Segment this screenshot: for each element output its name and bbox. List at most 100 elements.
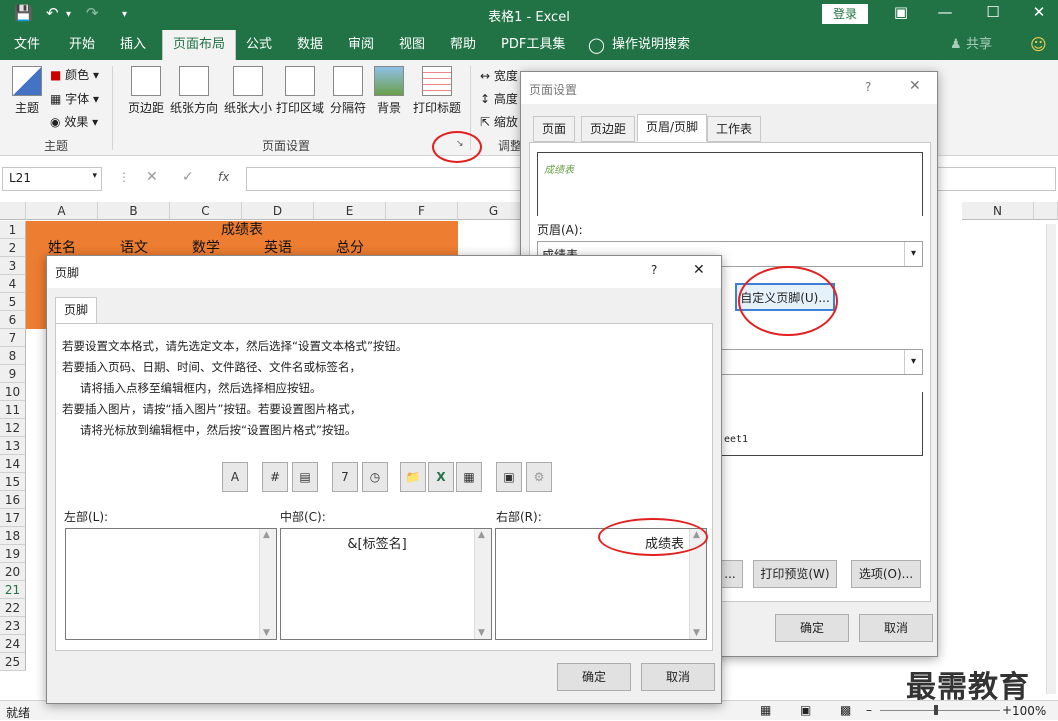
tab-pdf-tools[interactable]: PDF工具集 (501, 30, 565, 60)
center-section-input[interactable]: &[标签名] ▲ ▼ (280, 528, 492, 640)
row-header[interactable]: 3 (0, 257, 26, 275)
column-header[interactable]: B (98, 202, 170, 220)
tab-help[interactable]: 帮助 (450, 30, 476, 60)
row-header[interactable]: 20 (0, 563, 26, 581)
left-section-input[interactable]: ▲ ▼ (65, 528, 277, 640)
tab-sheet[interactable]: 工作表 (707, 116, 762, 142)
close-icon[interactable]: ✕ (909, 78, 921, 94)
insert-file-name-icon[interactable]: X (428, 462, 454, 492)
row-header[interactable]: 17 (0, 509, 26, 527)
tab-view[interactable]: 视图 (399, 30, 425, 60)
scale-height[interactable]: ↕ 高度 (480, 90, 518, 107)
orange-cells-a[interactable] (26, 257, 48, 329)
background-button[interactable]: 背景 (372, 66, 406, 116)
tab-page-layout[interactable]: 页面布局 (162, 30, 237, 60)
tell-me-search[interactable]: 操作说明搜索 (612, 30, 690, 60)
tab-home[interactable]: 开始 (69, 30, 95, 60)
close-icon[interactable]: ✕ (1024, 3, 1054, 21)
tab-formulas[interactable]: 公式 (246, 30, 272, 60)
row-header[interactable]: 18 (0, 527, 26, 545)
cancel-button[interactable]: 取消 (641, 663, 715, 691)
breaks-button[interactable]: 分隔符 (328, 66, 368, 116)
tab-file[interactable]: 文件 (14, 30, 40, 60)
row-header[interactable]: 12 (0, 419, 26, 437)
insert-sheet-name-icon[interactable]: ▦ (456, 462, 482, 492)
ok-button[interactable]: 确定 (775, 614, 849, 642)
row-header[interactable]: 1 (0, 221, 26, 239)
row-header[interactable]: 10 (0, 383, 26, 401)
row-header[interactable]: 5 (0, 293, 26, 311)
tab-insert[interactable]: 插入 (120, 30, 146, 60)
minimize-icon[interactable]: — (930, 3, 960, 21)
column-header[interactable]: E (314, 202, 386, 220)
ok-button[interactable]: 确定 (557, 663, 631, 691)
row-header-selected[interactable]: 21 (0, 581, 26, 599)
cancel-entry-icon[interactable]: ✕ (146, 169, 158, 185)
help-icon[interactable]: ? (651, 263, 657, 277)
insert-date-icon[interactable]: 7 (332, 462, 358, 492)
smiley-icon[interactable]: ☺ (1030, 30, 1047, 60)
title-cell[interactable]: 成绩表 (26, 221, 458, 239)
scroll-down-icon[interactable]: ▼ (478, 628, 485, 638)
normal-view-icon[interactable]: ▦ (760, 703, 771, 717)
dropdown-arrow-icon[interactable]: ▾ (904, 242, 922, 266)
scroll-up-icon[interactable]: ▲ (478, 530, 485, 540)
row-header[interactable]: 9 (0, 365, 26, 383)
insert-file-path-icon[interactable]: 📁 (400, 462, 426, 492)
row-header[interactable]: 11 (0, 401, 26, 419)
maximize-icon[interactable]: ☐ (978, 3, 1008, 21)
column-header[interactable]: C (170, 202, 242, 220)
tab-data[interactable]: 数据 (297, 30, 323, 60)
row-header[interactable]: 6 (0, 311, 26, 329)
size-button[interactable]: 纸张大小 (222, 66, 274, 116)
column-header[interactable]: A (26, 202, 98, 220)
zoom-slider[interactable] (880, 710, 1000, 711)
row-header[interactable]: 14 (0, 455, 26, 473)
scale-percent[interactable]: ⇱ 缩放 (480, 113, 518, 130)
page-layout-view-icon[interactable]: ▣ (800, 703, 811, 717)
options-button[interactable]: 选项(O)... (851, 560, 921, 588)
row-header[interactable]: 25 (0, 653, 26, 671)
orientation-button[interactable]: 纸张方向 (168, 66, 220, 116)
themes-button[interactable]: 主题 (8, 66, 46, 116)
scroll-down-icon[interactable]: ▼ (693, 628, 700, 638)
tab-page[interactable]: 页面 (533, 116, 576, 142)
row-header[interactable]: 19 (0, 545, 26, 563)
tab-header-footer[interactable]: 页眉/页脚 (637, 114, 708, 142)
row-header[interactable]: 7 (0, 329, 26, 347)
insert-page-count-icon[interactable]: ▤ (292, 462, 318, 492)
close-icon[interactable]: ✕ (693, 262, 705, 278)
row-header[interactable]: 4 (0, 275, 26, 293)
row-header[interactable]: 24 (0, 635, 26, 653)
print-preview-button[interactable]: 打印预览(W) (753, 560, 837, 588)
tab-review[interactable]: 审阅 (348, 30, 374, 60)
cancel-button[interactable]: 取消 (859, 614, 933, 642)
left-section-scrollbar[interactable]: ▲ ▼ (259, 529, 276, 639)
row-header[interactable]: 16 (0, 491, 26, 509)
tab-footer[interactable]: 页脚 (55, 297, 98, 325)
insert-page-number-icon[interactable]: # (262, 462, 288, 492)
print-area-button[interactable]: 打印区域 (274, 66, 326, 116)
page-break-view-icon[interactable]: ▩ (840, 703, 851, 717)
scroll-up-icon[interactable]: ▲ (263, 530, 270, 540)
insert-picture-icon[interactable]: ▣ (496, 462, 522, 492)
format-text-icon[interactable]: A (222, 462, 248, 492)
theme-colors-button[interactable]: ■ 颜色 ▾ (50, 66, 99, 83)
row-header[interactable]: 22 (0, 599, 26, 617)
help-icon[interactable]: ? (865, 80, 871, 94)
share-icon[interactable]: ♟ (950, 30, 962, 60)
share-button[interactable]: 共享 (966, 30, 992, 60)
tab-margins[interactable]: 页边距 (581, 116, 636, 142)
row-header[interactable]: 15 (0, 473, 26, 491)
insert-time-icon[interactable]: ◷ (362, 462, 388, 492)
vertical-scrollbar[interactable] (1046, 224, 1056, 694)
scale-width[interactable]: ↔ 宽度 (480, 67, 518, 84)
zoom-level[interactable]: 100% (1012, 704, 1046, 718)
center-section-scrollbar[interactable]: ▲ ▼ (474, 529, 491, 639)
row-header[interactable]: 8 (0, 347, 26, 365)
zoom-slider-thumb[interactable] (934, 705, 938, 715)
column-header[interactable]: D (242, 202, 314, 220)
dropdown-arrow-icon[interactable]: ▾ (904, 350, 922, 374)
row-header[interactable]: 2 (0, 239, 26, 257)
confirm-entry-icon[interactable]: ✓ (182, 169, 194, 185)
